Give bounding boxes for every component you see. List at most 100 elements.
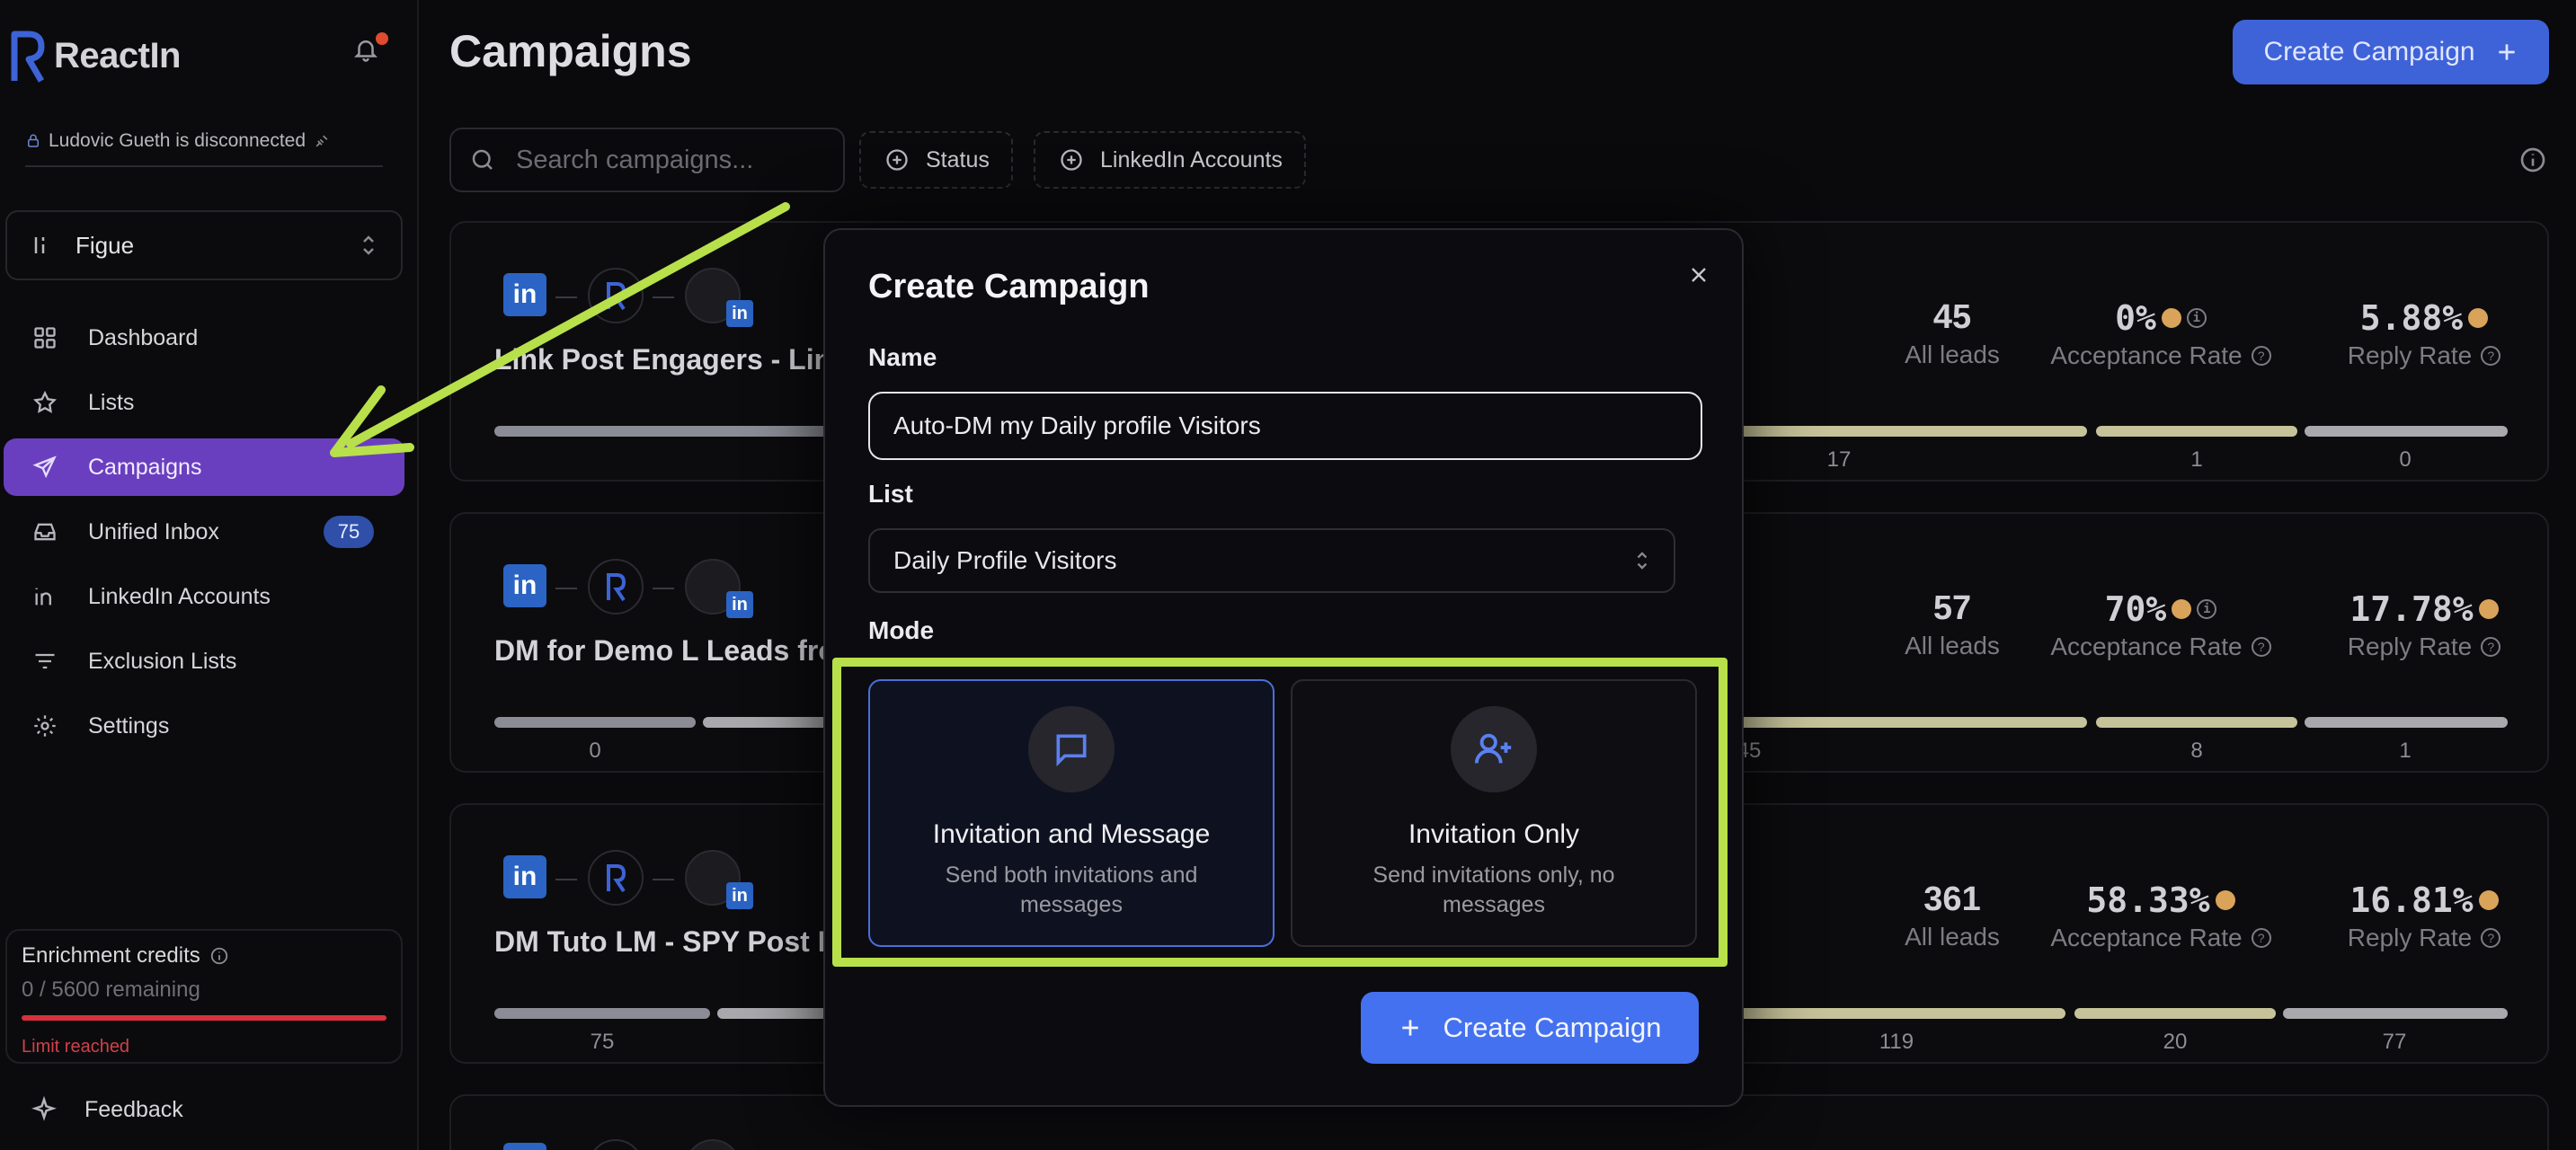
sidebar-item-exclusion-lists[interactable]: Exclusion Lists <box>4 632 404 690</box>
credits-title: Enrichment credits <box>22 943 200 968</box>
app-logo[interactable]: ReactIn <box>9 27 182 84</box>
emoji-icon <box>2161 308 2181 328</box>
name-label: Name <box>868 343 937 371</box>
unread-badge: 75 <box>324 516 374 548</box>
reply-value: 5.88% <box>2359 298 2464 338</box>
leads-metric: 57 All leads <box>1862 589 2042 660</box>
sidebar-item-settings[interactable]: Settings <box>4 697 404 755</box>
bar-label: 8 <box>2190 739 2203 763</box>
logo-icon <box>11 31 45 83</box>
campaign-name[interactable]: DM Tuto LM - SPY Post En <box>494 925 855 959</box>
info-icon[interactable]: i <box>2197 599 2217 619</box>
reply-metric: 16.81% Reply Rate? <box>2321 880 2527 952</box>
list-select[interactable]: Daily Profile Visitors <box>868 528 1675 593</box>
linkedin-small-icon: in <box>726 882 753 909</box>
sidebar-item-campaigns[interactable]: Campaigns <box>4 438 404 496</box>
bar-label: 20 <box>2163 1030 2188 1054</box>
acceptance-label: Acceptance Rate <box>2050 632 2243 660</box>
sidebar-item-label: LinkedIn Accounts <box>88 583 271 609</box>
progress-bar <box>2074 1008 2276 1019</box>
reply-value: 17.78% <box>2349 589 2474 629</box>
sidebar-item-unified-inbox[interactable]: Unified Inbox 75 <box>4 503 404 561</box>
mode-option-invitation-only[interactable]: Invitation Only Send invitations only, n… <box>1291 679 1697 947</box>
credits-remaining: 0 / 5600 remaining <box>22 978 200 1002</box>
sidebar-item-linkedin-accounts[interactable]: LinkedIn Accounts <box>4 568 404 625</box>
reply-label: Reply Rate <box>2347 632 2473 660</box>
search-icon <box>469 146 496 173</box>
help-icon[interactable]: ? <box>2251 928 2271 948</box>
enrichment-credits-card: Enrichment credits 0 / 5600 remaining Li… <box>5 929 403 1064</box>
leads-label: All leads <box>1905 341 2000 368</box>
linkedin-icon: in <box>503 564 546 607</box>
sparkle-icon <box>31 1096 58 1123</box>
mode-title: Invitation Only <box>1408 819 1580 849</box>
unplug-icon <box>313 132 331 150</box>
leads-label: All leads <box>1905 923 2000 951</box>
leads-count: 45 <box>1932 298 1972 336</box>
bar-label: 77 <box>2382 1030 2407 1054</box>
help-icon[interactable]: ? <box>2251 346 2271 366</box>
filter-icon <box>31 647 59 676</box>
emoji-icon <box>2468 308 2489 328</box>
linkedin-icon: in <box>503 855 546 898</box>
notification-dot <box>376 32 388 45</box>
create-campaign-label: Create Campaign <box>2263 37 2475 66</box>
close-icon[interactable] <box>1686 262 1711 288</box>
campaign-name[interactable]: DM for Demo L Leads fro <box>494 634 836 668</box>
bar-label: 0 <box>589 739 601 763</box>
create-campaign-submit-button[interactable]: Create Campaign <box>1361 992 1699 1064</box>
acceptance-metric: 58.33% Acceptance Rate? <box>2026 880 2296 952</box>
mode-option-invitation-and-message[interactable]: Invitation and Message Send both invitat… <box>868 679 1275 947</box>
plus-circle-icon <box>884 147 910 172</box>
sidebar-item-label: Unified Inbox <box>88 518 219 544</box>
progress-bar <box>2096 426 2297 437</box>
filter-label: Status <box>926 146 990 172</box>
filter-label: LinkedIn Accounts <box>1100 146 1283 172</box>
help-icon[interactable]: ? <box>2481 637 2501 657</box>
linkedin-small-icon: in <box>726 591 753 618</box>
help-icon[interactable]: ? <box>2481 346 2501 366</box>
progress-bar <box>494 717 696 728</box>
progress-bar <box>1737 426 2087 437</box>
list-label: List <box>868 480 913 508</box>
progress-bar <box>2305 717 2508 728</box>
progress-bar <box>717 1008 829 1019</box>
sidebar-item-label: Settings <box>88 712 170 739</box>
linkedin-accounts-filter-button[interactable]: LinkedIn Accounts <box>1034 131 1306 189</box>
progress-bar <box>1737 717 2087 728</box>
inbox-icon <box>31 518 59 546</box>
leads-count: 361 <box>1923 880 1981 918</box>
acceptance-metric: 70% i Acceptance Rate? <box>2026 589 2296 661</box>
star-icon <box>31 388 59 417</box>
workspace-selector[interactable]: Figue <box>5 210 403 280</box>
sidebar-item-label: Dashboard <box>88 324 199 350</box>
acceptance-value: 70% <box>2104 589 2167 629</box>
create-campaign-button[interactable]: Create Campaign <box>2233 20 2549 84</box>
progress-bar <box>494 426 872 437</box>
linkedin-icon <box>503 1143 546 1150</box>
user-plus-icon <box>1451 706 1537 792</box>
credits-progress-bar <box>22 1015 386 1021</box>
help-icon[interactable]: ? <box>2251 637 2271 657</box>
divider <box>25 165 383 167</box>
status-filter-button[interactable]: Status <box>859 131 1013 189</box>
connector-line <box>555 588 577 589</box>
help-icon[interactable]: ? <box>2481 928 2501 948</box>
search-input[interactable]: Search campaigns... <box>449 128 845 192</box>
sidebar-item-lists[interactable]: Lists <box>4 374 404 431</box>
info-icon[interactable]: i <box>2186 308 2207 328</box>
mode-title: Invitation and Message <box>932 819 1211 849</box>
grid-icon <box>31 323 59 352</box>
lock-icon <box>25 133 41 149</box>
bar-label: 119 <box>1879 1030 1914 1054</box>
campaign-name-input[interactable] <box>868 392 1702 460</box>
feedback-link[interactable]: Feedback <box>31 1096 183 1123</box>
acceptance-metric: 0% i Acceptance Rate? <box>2026 298 2296 370</box>
leads-label: All leads <box>1905 632 2000 659</box>
info-icon[interactable] <box>2518 146 2547 174</box>
info-icon[interactable] <box>209 946 229 966</box>
campaign-name[interactable]: Link Post Engagers - Link <box>494 343 848 376</box>
reactin-step-icon <box>588 1139 644 1150</box>
sidebar-item-dashboard[interactable]: Dashboard <box>4 309 404 367</box>
bar-label: 17 <box>1826 447 1852 472</box>
